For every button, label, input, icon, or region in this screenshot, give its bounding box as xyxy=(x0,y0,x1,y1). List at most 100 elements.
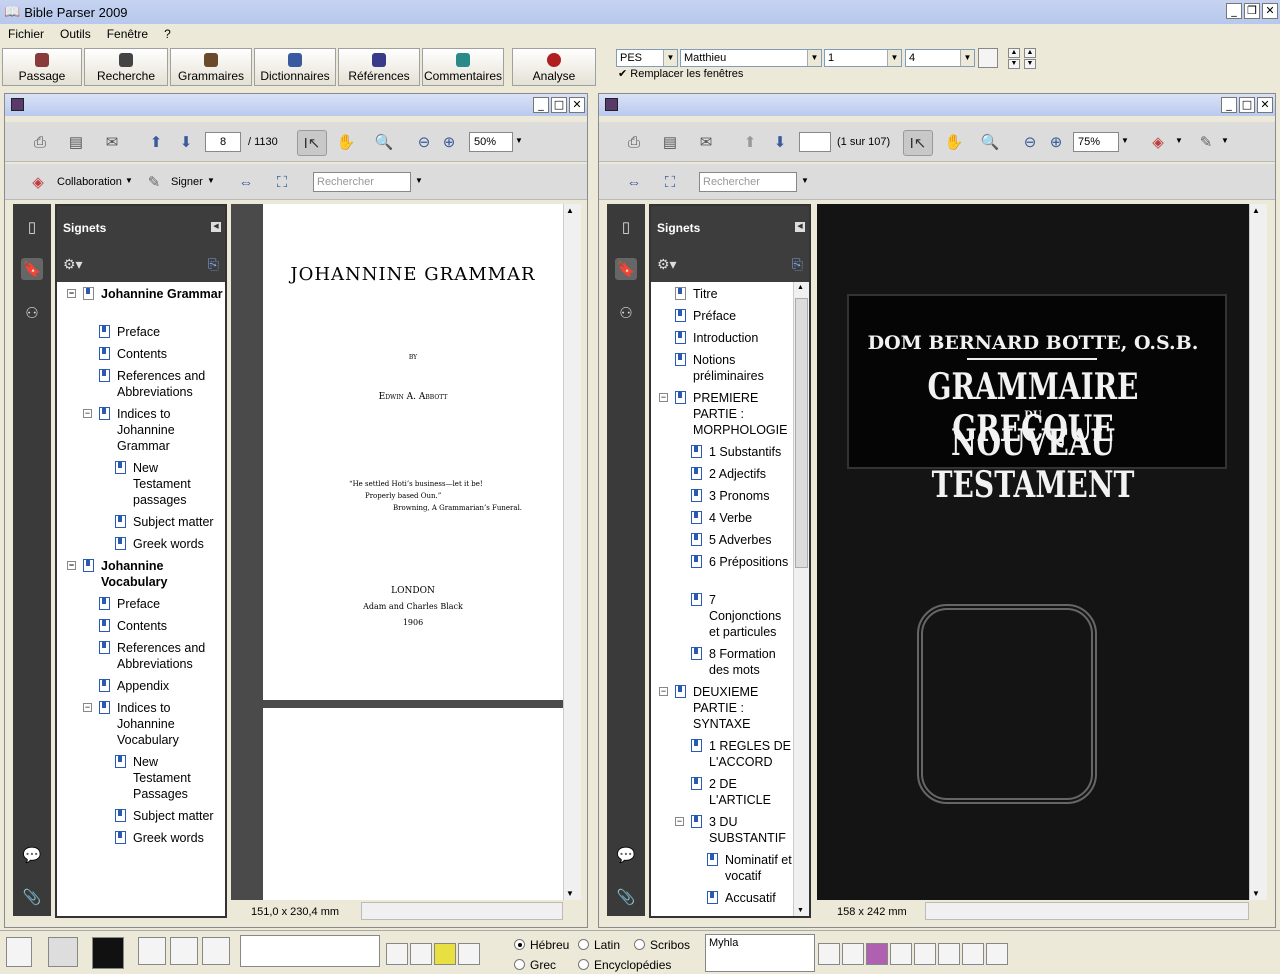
grammaires-button[interactable]: Grammaires xyxy=(170,48,252,86)
bookmark-item[interactable]: Appendix xyxy=(99,678,169,694)
zoom-in-icon[interactable]: ⊕ xyxy=(438,131,460,153)
pages-icon[interactable]: ▯ xyxy=(615,216,637,238)
binoculars-icon[interactable]: ⚇ xyxy=(615,302,637,324)
page-down-icon[interactable]: ⬇ xyxy=(175,131,197,153)
scroll-up-icon[interactable]: ▲ xyxy=(566,206,574,215)
radio-grec[interactable]: Grec xyxy=(514,958,556,972)
chevron-down-icon[interactable]: ▼ xyxy=(1121,136,1129,145)
passage-button[interactable]: Passage xyxy=(2,48,82,86)
books-icon[interactable] xyxy=(866,943,888,965)
chevron-down-icon[interactable]: ▼ xyxy=(1175,136,1183,145)
bookmark-item[interactable]: 2 Adjectifs xyxy=(691,466,766,482)
down-arrow-icon[interactable]: ▼ xyxy=(1024,59,1036,69)
right-horizontal-scrollbar[interactable] xyxy=(925,902,1249,920)
binoculars-icon[interactable]: ⚇ xyxy=(21,302,43,324)
page-number-input[interactable]: 8 xyxy=(205,132,241,152)
email-icon[interactable]: ✉ xyxy=(101,131,123,153)
signer-button[interactable]: Signer xyxy=(171,176,203,188)
chart-icon[interactable] xyxy=(434,943,456,965)
close-button[interactable]: ✕ xyxy=(569,97,585,113)
collaboration-button[interactable]: Collaboration xyxy=(57,176,122,188)
search-icon[interactable] xyxy=(818,943,840,965)
close-button[interactable]: ✕ xyxy=(1257,97,1273,113)
scroll-down-icon[interactable]: ▼ xyxy=(797,907,804,914)
maximize-button[interactable]: □ xyxy=(551,97,567,113)
bookmark-item[interactable]: New Testament passages xyxy=(115,460,213,508)
word-input[interactable]: Myhla xyxy=(705,934,815,972)
bookmark-item[interactable]: Introduction xyxy=(675,330,758,346)
rows-icon[interactable] xyxy=(170,937,198,965)
pen-icon[interactable]: ✎ xyxy=(1195,131,1217,153)
verse-select[interactable]: 4 ▼ xyxy=(905,49,975,67)
radio-scribos[interactable]: Scribos xyxy=(634,938,690,952)
attachment-icon[interactable]: 📎 xyxy=(21,886,43,908)
find-verse-icon[interactable] xyxy=(978,48,998,68)
menu-help[interactable]: ? xyxy=(156,27,179,41)
bookmark-item[interactable]: −3 DU SUBSTANTIF xyxy=(675,814,789,846)
bookmark-item[interactable]: Titre xyxy=(675,286,718,302)
print-icon[interactable]: ⎙ xyxy=(623,131,645,153)
text-icon[interactable] xyxy=(962,943,984,965)
radio-hebreu[interactable]: Hébreu xyxy=(514,938,569,952)
select-tool-icon[interactable]: I↖ xyxy=(297,130,327,156)
bookmark-item[interactable]: − Indices to Johannine Vocabulary xyxy=(83,700,197,748)
scroll-down-icon[interactable]: ▼ xyxy=(566,889,574,898)
left-horizontal-scrollbar[interactable] xyxy=(361,902,563,920)
bookmark-item[interactable]: Préface xyxy=(675,308,736,324)
grid-icon[interactable] xyxy=(410,943,432,965)
zoom-input[interactable]: 50% xyxy=(469,132,513,152)
save-icon[interactable]: ▤ xyxy=(659,131,681,153)
email-icon[interactable]: ✉ xyxy=(695,131,717,153)
print-icon[interactable]: ⎙ xyxy=(29,131,51,153)
restore-button[interactable]: ❐ xyxy=(1244,3,1260,19)
collaboration-icon[interactable]: ◈ xyxy=(1147,131,1169,153)
collapse-icon[interactable]: − xyxy=(83,409,92,418)
left-vertical-scrollbar[interactable]: ▲ ▼ xyxy=(563,204,581,900)
menu-fichier[interactable]: Fichier xyxy=(0,27,52,41)
bookmark-item[interactable]: References and Abbreviations xyxy=(99,640,217,672)
collapse-icon[interactable]: − xyxy=(67,561,76,570)
commentaires-button[interactable]: Commentaires xyxy=(422,48,504,86)
maximize-button[interactable]: □ xyxy=(1239,97,1255,113)
save-icon[interactable]: ▤ xyxy=(65,131,87,153)
bookmark-item[interactable]: − DEUXIEME PARTIE : SYNTAXE xyxy=(659,684,773,732)
columns-icon[interactable] xyxy=(138,937,166,965)
new-bookmark-icon[interactable]: ⎘ xyxy=(208,256,219,273)
scroll-up-icon[interactable]: ▲ xyxy=(1252,206,1260,215)
page-number-input[interactable] xyxy=(799,132,831,152)
bookmark-item[interactable]: 2 DE L'ARTICLE xyxy=(691,776,789,808)
bookmark-item[interactable]: Greek words xyxy=(115,830,204,846)
page-up-icon[interactable]: ⬆ xyxy=(739,131,761,153)
replace-windows-checkbox[interactable]: ✔ Remplacer les fenêtres xyxy=(618,67,743,80)
select-tool-icon[interactable]: I↖ xyxy=(903,130,933,156)
bookmark-item[interactable]: Preface xyxy=(99,324,160,340)
dictionary-icon[interactable] xyxy=(842,943,864,965)
search-input[interactable]: Rechercher xyxy=(699,172,797,192)
chevron-down-icon[interactable]: ▼ xyxy=(515,136,523,145)
bookmark-item[interactable]: − Indices to Johannine Grammar xyxy=(83,406,197,454)
page-down-icon[interactable]: ⬇ xyxy=(769,131,791,153)
zoom-out-icon[interactable]: ⊖ xyxy=(1019,131,1041,153)
bookmark-item[interactable]: Preface xyxy=(99,596,160,612)
bookmark-item[interactable]: − PREMIERE PARTIE : MORPHOLOGIE xyxy=(659,390,787,438)
columns-icon[interactable] xyxy=(986,943,1008,965)
zoom-input[interactable]: 75% xyxy=(1073,132,1119,152)
bookmarks-icon[interactable]: 🔖 xyxy=(615,258,637,280)
triangle-icon[interactable] xyxy=(48,937,78,967)
right-vertical-scrollbar[interactable]: ▲ ▼ xyxy=(1249,204,1267,900)
bottom-search-field[interactable] xyxy=(240,935,380,967)
book-select[interactable]: Matthieu ▼ xyxy=(680,49,822,67)
close-button[interactable]: ✕ xyxy=(1262,3,1278,19)
minimize-button[interactable]: _ xyxy=(1226,3,1242,19)
menu-outils[interactable]: Outils xyxy=(52,27,99,41)
radio-encyclopedies[interactable]: Encyclopédies xyxy=(578,958,671,972)
bookmark-item[interactable]: Notions préliminaires xyxy=(675,352,783,384)
radio-latin[interactable]: Latin xyxy=(578,938,620,952)
bookmark-item[interactable]: − Johannine Grammar xyxy=(67,286,223,302)
fit-page-icon[interactable]: ⛶ xyxy=(659,171,681,193)
page-up-icon[interactable]: ⬆ xyxy=(145,131,167,153)
bookmark-item[interactable]: 4 Verbe xyxy=(691,510,752,526)
gear-icon[interactable]: ⚙▾ xyxy=(657,256,677,273)
bookmark-item[interactable]: 8 Formation des mots xyxy=(691,646,791,678)
cascade-icon[interactable] xyxy=(202,937,230,965)
